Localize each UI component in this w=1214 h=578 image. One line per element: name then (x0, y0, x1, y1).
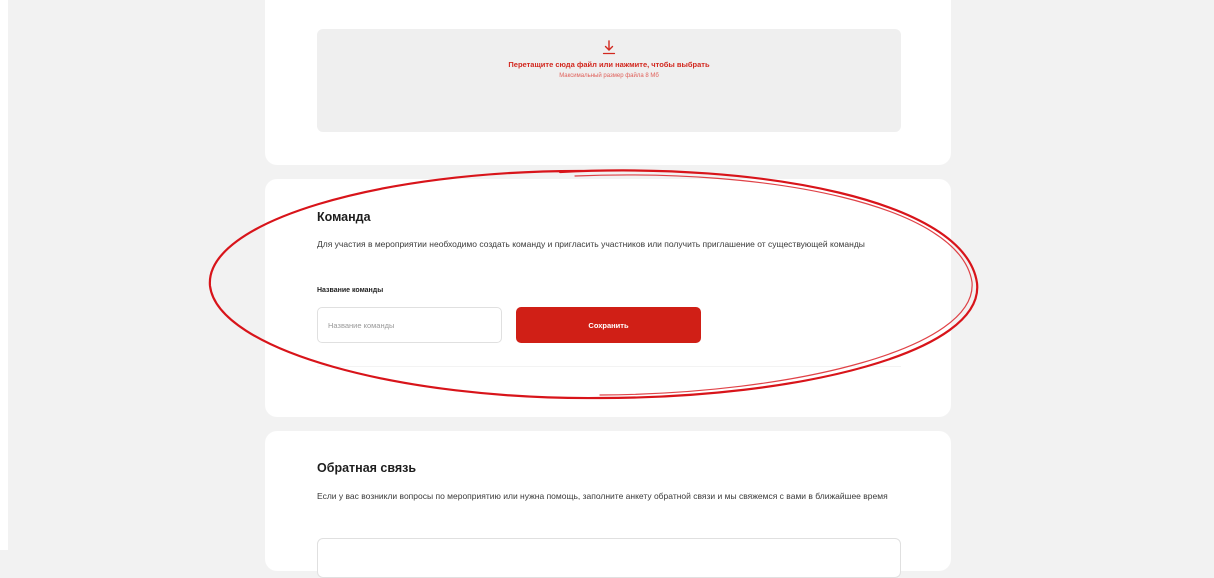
save-button[interactable]: Сохранить (516, 307, 701, 343)
file-dropzone[interactable]: Перетащите сюда файл или нажмите, чтобы … (317, 29, 901, 132)
team-card: Команда Для участия в мероприятии необхо… (265, 179, 951, 417)
upload-card: Перетащите сюда файл или нажмите, чтобы … (265, 0, 951, 165)
team-name-label: Название команды (317, 287, 384, 294)
left-edge-strip (0, 0, 8, 550)
team-name-input[interactable] (317, 307, 502, 343)
dropzone-subtitle: Максимальный размер файла 8 Мб (559, 73, 659, 79)
team-description: Для участия в мероприятии необходимо соз… (317, 239, 865, 249)
feedback-card: Обратная связь Если у вас возникли вопро… (265, 431, 951, 578)
divider (317, 366, 901, 367)
feedback-description: Если у вас возникли вопросы по мероприят… (317, 491, 888, 501)
download-icon (601, 39, 617, 57)
feedback-field[interactable] (317, 538, 901, 578)
feedback-title: Обратная связь (317, 461, 417, 475)
team-title: Команда (317, 210, 371, 224)
dropzone-title: Перетащите сюда файл или нажмите, чтобы … (508, 60, 710, 69)
